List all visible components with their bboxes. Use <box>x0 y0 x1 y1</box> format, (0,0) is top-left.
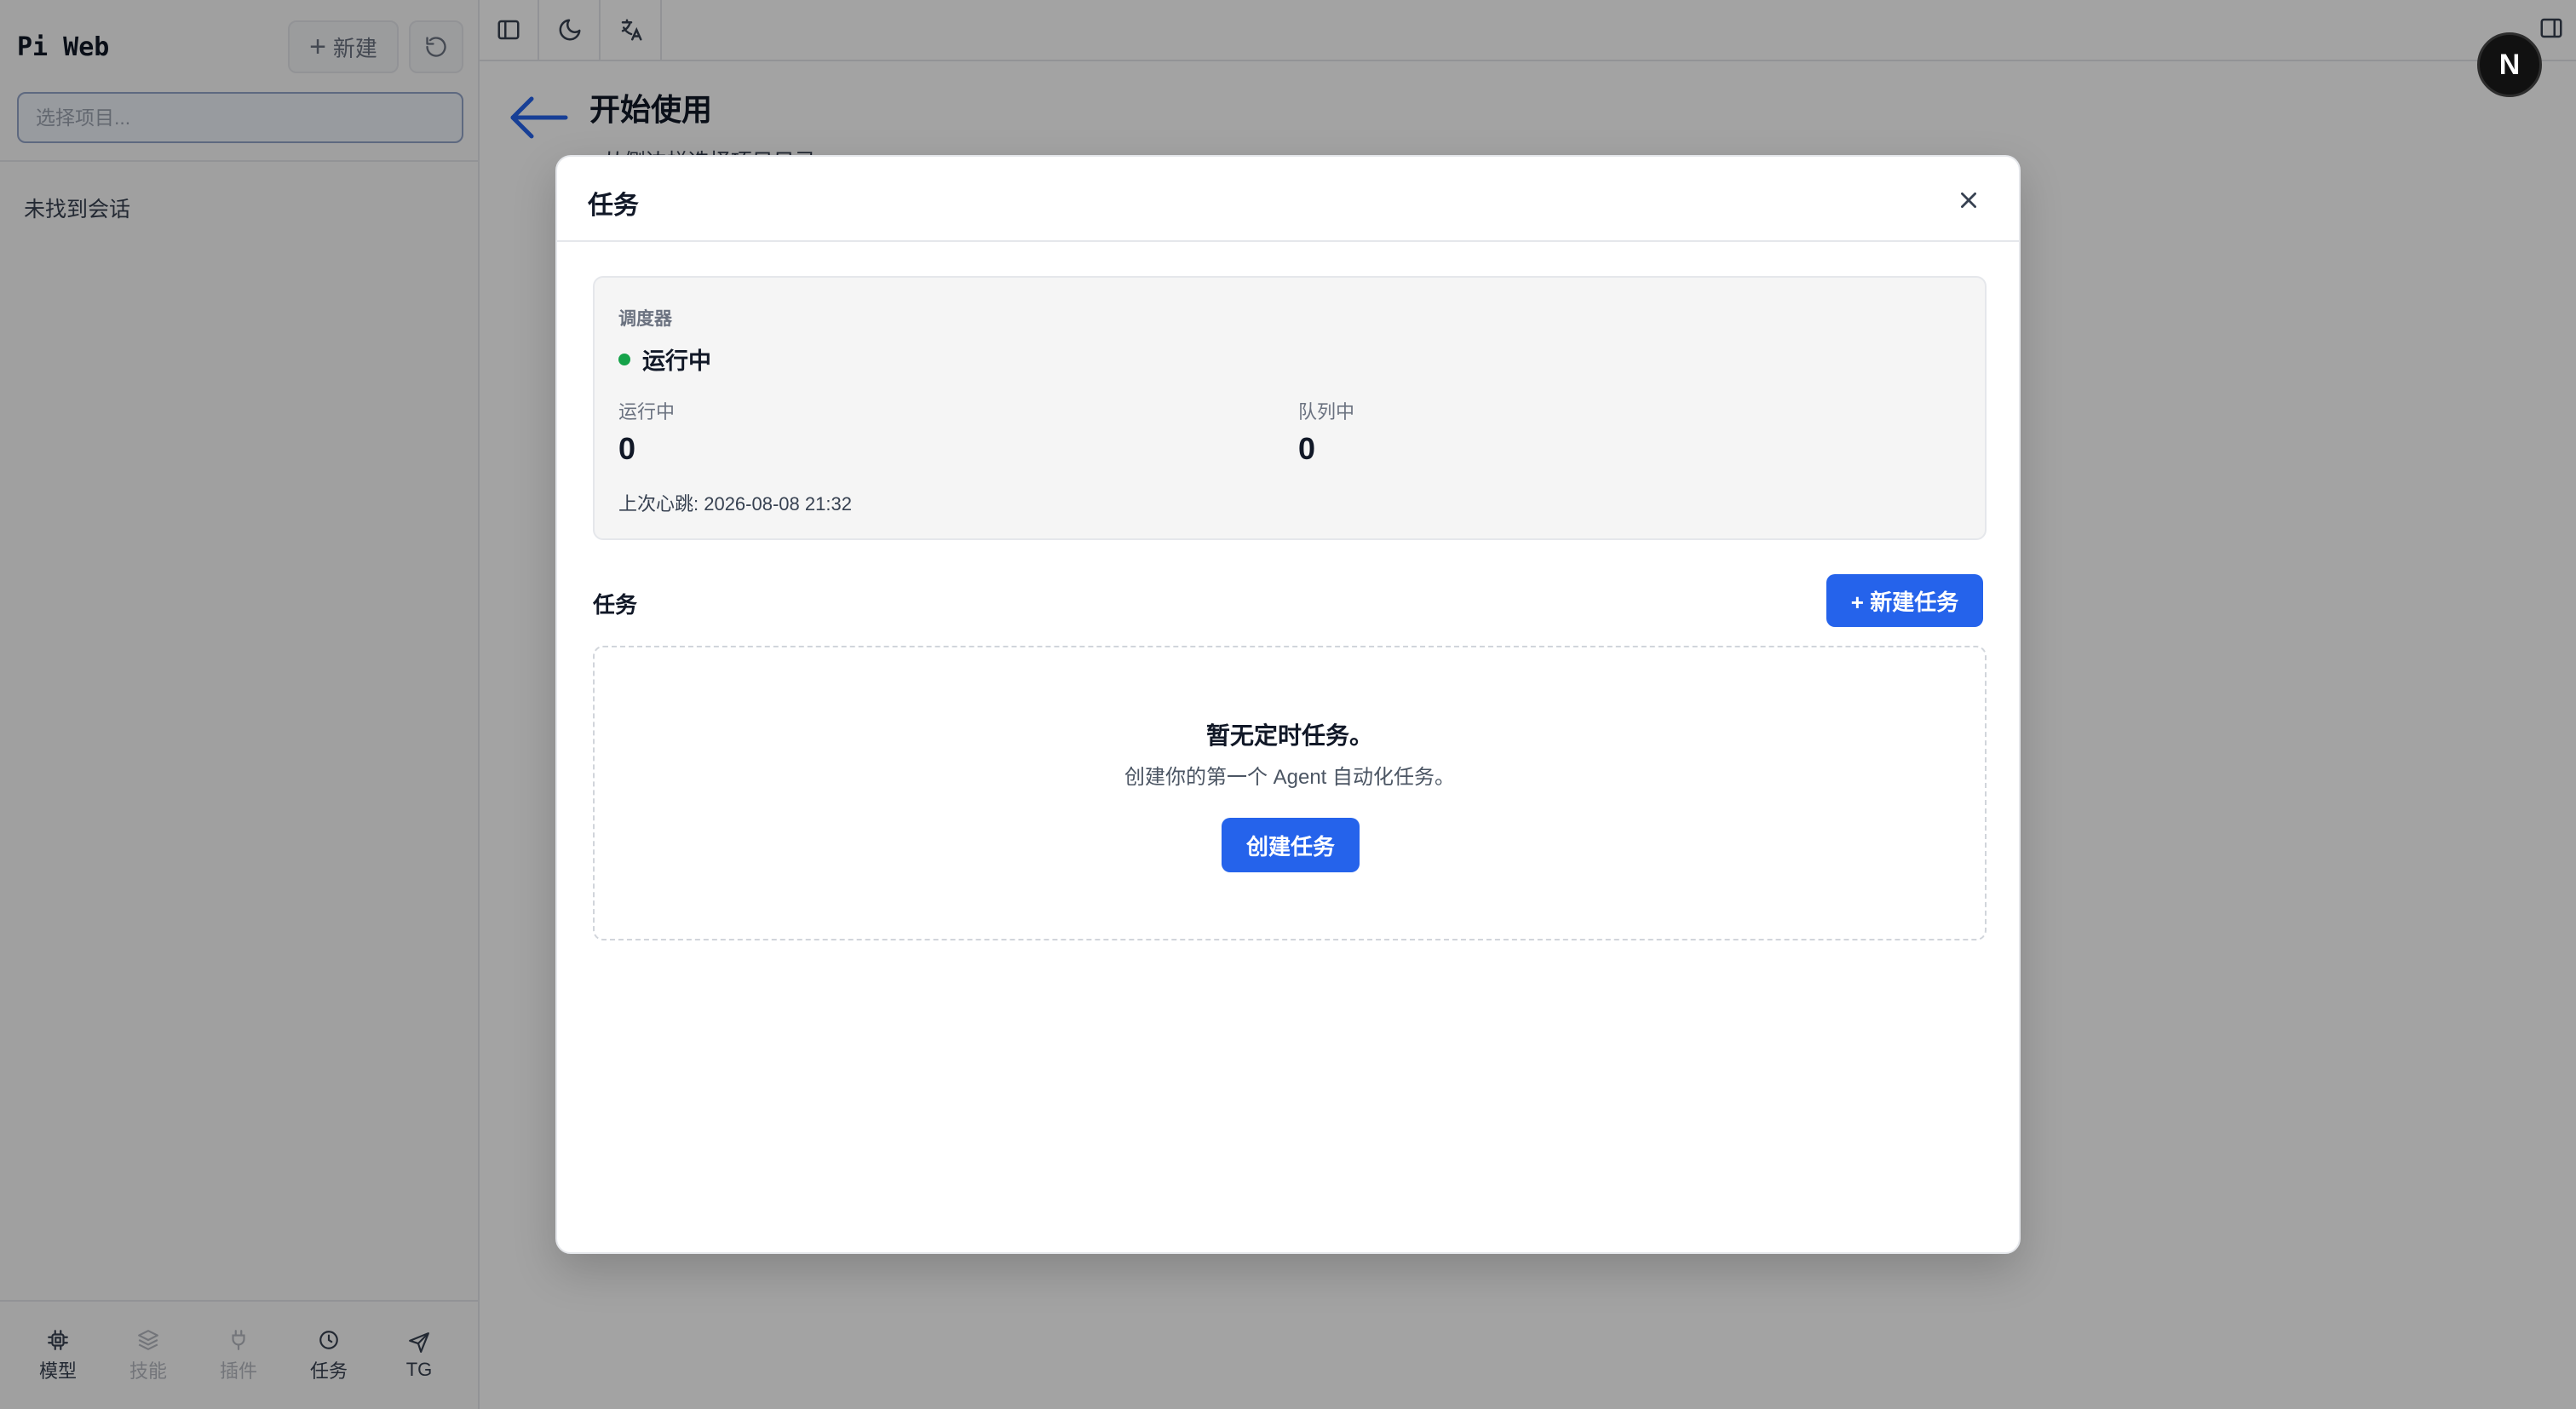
tasks-dialog: 任务 调度器 运行中 运行中 0 队列中 0 上次心跳: 2026-08-08 … <box>555 155 2021 1254</box>
scheduler-status: 运行中 <box>618 342 711 376</box>
running-value: 0 <box>618 431 636 466</box>
close-icon <box>1961 193 1976 208</box>
close-button[interactable] <box>1954 186 1983 215</box>
scheduler-label: 调度器 <box>618 309 672 329</box>
status-dot-icon <box>618 353 630 365</box>
scheduler-card: 调度器 运行中 运行中 0 队列中 0 上次心跳: 2026-08-08 21:… <box>593 276 1987 540</box>
running-stat: 运行中 0 <box>618 397 675 467</box>
create-task-button[interactable]: 创建任务 <box>1222 818 1360 872</box>
dialog-title: 任务 <box>588 192 639 220</box>
dialog-header: 任务 <box>557 157 2019 242</box>
tasks-empty-state: 暂无定时任务。 创建你的第一个 Agent 自动化任务。 创建任务 <box>593 646 1987 940</box>
new-task-button[interactable]: + 新建任务 <box>1826 574 1983 627</box>
tasks-section-title: 任务 <box>593 592 638 618</box>
queued-value: 0 <box>1298 431 1316 466</box>
scheduler-status-text: 运行中 <box>642 348 711 374</box>
running-label: 运行中 <box>618 401 676 423</box>
last-heartbeat: 上次心跳: 2026-08-08 21:32 <box>618 493 852 515</box>
queued-stat: 队列中 0 <box>1298 397 1354 467</box>
empty-state-description: 创建你的第一个 Agent 自动化任务。 <box>1124 766 1456 789</box>
queued-label: 队列中 <box>1298 401 1355 423</box>
empty-state-title: 暂无定时任务。 <box>1205 722 1373 749</box>
user-avatar[interactable]: N <box>2477 32 2542 97</box>
